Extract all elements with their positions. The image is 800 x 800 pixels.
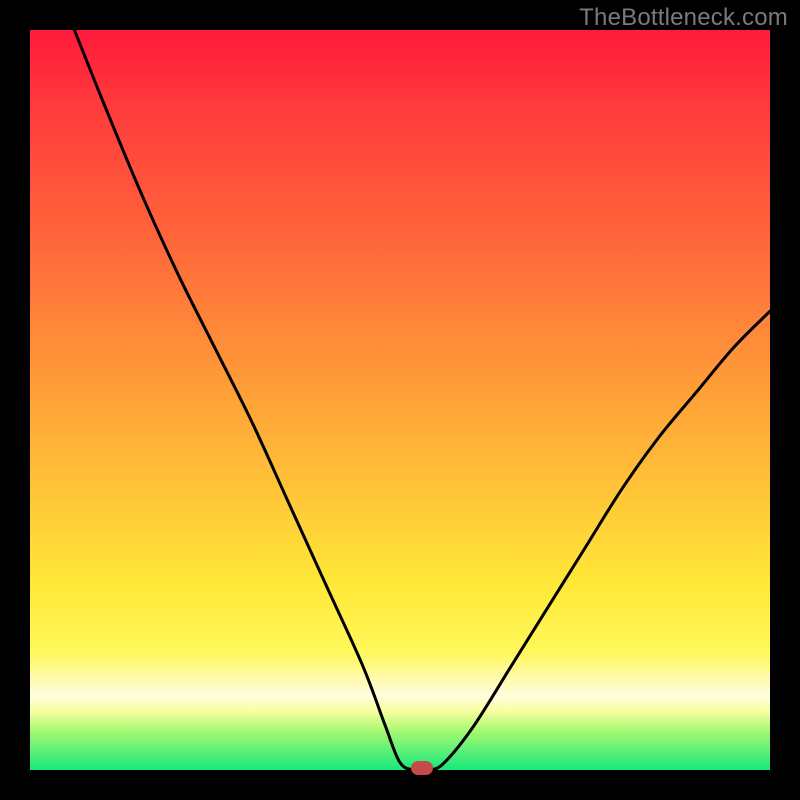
optimum-marker: [411, 761, 433, 775]
watermark-label: TheBottleneck.com: [579, 4, 788, 32]
bottleneck-curve: [30, 30, 770, 770]
plot-area: [30, 30, 770, 770]
outer-frame: TheBottleneck.com: [0, 0, 800, 800]
